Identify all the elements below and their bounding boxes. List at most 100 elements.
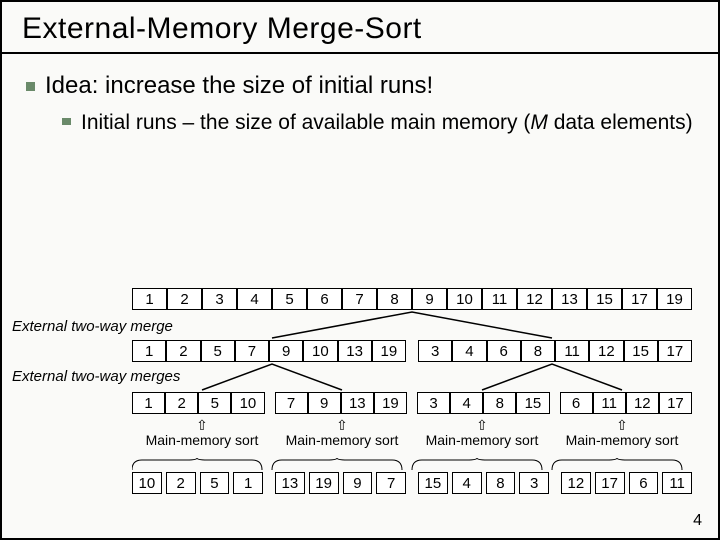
gap xyxy=(550,392,560,414)
array-cell: 13 xyxy=(341,392,374,414)
brace-row xyxy=(132,458,692,472)
array-cell: 2 xyxy=(167,288,202,310)
array-cell: 2 xyxy=(165,392,198,414)
array-cell: 4 xyxy=(452,340,486,362)
array-cell: 17 xyxy=(595,472,625,494)
array-cell: 3 xyxy=(519,472,549,494)
array-cell: 15 xyxy=(587,288,622,310)
array-cell: 15 xyxy=(624,340,658,362)
array-cell: 17 xyxy=(658,340,692,362)
mm-sort-text: Main-memory sort xyxy=(422,433,542,448)
array-cell: 15 xyxy=(516,392,549,414)
bullet-sub: Initial runs – the size of available mai… xyxy=(62,110,694,136)
array-row-4: 10251131997154831217611 xyxy=(132,472,692,494)
mm-sort-text: Main-memory sort xyxy=(562,433,682,448)
array-cell: 1 xyxy=(233,472,263,494)
array-cell: 1 xyxy=(132,340,166,362)
array-cell: 12 xyxy=(626,392,659,414)
label-two-way-merge: External two-way merge xyxy=(12,318,173,335)
array-cell: 13 xyxy=(275,472,305,494)
array-cell: 12 xyxy=(517,288,552,310)
array-cell: 5 xyxy=(198,392,231,414)
bullet-icon xyxy=(26,82,35,91)
array-cell: 3 xyxy=(417,392,450,414)
array-cell: 19 xyxy=(372,340,406,362)
array-cell: 2 xyxy=(166,472,196,494)
mm-sort-label-4: ⇧ Main-memory sort xyxy=(562,418,682,449)
gap xyxy=(406,472,418,494)
array-cell: 12 xyxy=(589,340,623,362)
idea-text: Idea: increase the size of initial runs! xyxy=(45,72,433,100)
gap xyxy=(407,392,417,414)
mm-sort-label-3: ⇧ Main-memory sort xyxy=(422,418,542,449)
array-cell: 19 xyxy=(374,392,407,414)
array-cell: 17 xyxy=(622,288,657,310)
array-cell: 9 xyxy=(412,288,447,310)
array-cell: 8 xyxy=(483,392,516,414)
array-cell: 1 xyxy=(132,288,167,310)
array-cell: 11 xyxy=(555,340,589,362)
array-row-2: 12579101319346811121517 xyxy=(132,340,692,362)
array-row-1: 12345678910111213151719 xyxy=(132,288,692,310)
sub-text: Initial runs – the size of available mai… xyxy=(81,110,693,136)
array-cell: 5 xyxy=(272,288,307,310)
array-cell: 10 xyxy=(231,392,264,414)
array-cell: 5 xyxy=(200,472,230,494)
array-cell: 1 xyxy=(132,392,165,414)
gap xyxy=(406,340,418,362)
array-cell: 10 xyxy=(303,340,337,362)
array-cell: 7 xyxy=(235,340,269,362)
array-cell: 19 xyxy=(309,472,339,494)
page-number: 4 xyxy=(693,512,702,530)
mm-sort-text: Main-memory sort xyxy=(282,433,402,448)
array-cell: 13 xyxy=(552,288,587,310)
array-cell: 6 xyxy=(629,472,659,494)
array-cell: 9 xyxy=(308,392,341,414)
array-cell: 10 xyxy=(132,472,162,494)
diagram-area: 12345678910111213151719 External two-way… xyxy=(2,282,718,538)
array-cell: 12 xyxy=(561,472,591,494)
array-cell: 17 xyxy=(659,392,692,414)
mm-sort-label-2: ⇧ Main-memory sort xyxy=(282,418,402,449)
array-cell: 4 xyxy=(450,392,483,414)
array-cell: 8 xyxy=(377,288,412,310)
sub-pre: Initial runs – the size of available mai… xyxy=(81,111,530,134)
array-cell: 3 xyxy=(418,340,452,362)
array-cell: 4 xyxy=(237,288,272,310)
up-arrow-icon: ⇧ xyxy=(422,418,542,433)
array-cell: 9 xyxy=(269,340,303,362)
array-cell: 7 xyxy=(275,392,308,414)
up-arrow-icon: ⇧ xyxy=(282,418,402,433)
slide-body: Idea: increase the size of initial runs!… xyxy=(2,54,718,136)
connector-r2 xyxy=(132,362,692,392)
slide-title: External-Memory Merge-Sort xyxy=(2,2,718,54)
label-two-way-merges: External two-way merges xyxy=(12,368,180,385)
array-cell: 7 xyxy=(376,472,406,494)
mm-sort-text: Main-memory sort xyxy=(142,433,262,448)
array-cell: 8 xyxy=(521,340,555,362)
array-cell: 3 xyxy=(202,288,237,310)
array-cell: 6 xyxy=(487,340,521,362)
bullet-idea: Idea: increase the size of initial runs! xyxy=(26,72,694,100)
gap xyxy=(549,472,561,494)
sub-post: data elements) xyxy=(548,111,693,134)
array-cell: 10 xyxy=(447,288,482,310)
slide: External-Memory Merge-Sort Idea: increas… xyxy=(0,0,720,540)
up-arrow-icon: ⇧ xyxy=(142,418,262,433)
array-cell: 7 xyxy=(342,288,377,310)
array-cell: 2 xyxy=(166,340,200,362)
connector-r1 xyxy=(132,310,692,340)
gap xyxy=(263,472,275,494)
sub-em: M xyxy=(530,111,548,134)
array-cell: 6 xyxy=(560,392,593,414)
array-cell: 4 xyxy=(452,472,482,494)
gap xyxy=(265,392,275,414)
mm-sort-label-1: ⇧ Main-memory sort xyxy=(142,418,262,449)
array-cell: 5 xyxy=(201,340,235,362)
array-cell: 11 xyxy=(662,472,692,494)
array-row-3: 12510791319348156111217 xyxy=(132,392,692,414)
array-cell: 11 xyxy=(482,288,517,310)
bullet-icon xyxy=(62,118,71,125)
array-cell: 15 xyxy=(418,472,448,494)
array-cell: 8 xyxy=(486,472,516,494)
